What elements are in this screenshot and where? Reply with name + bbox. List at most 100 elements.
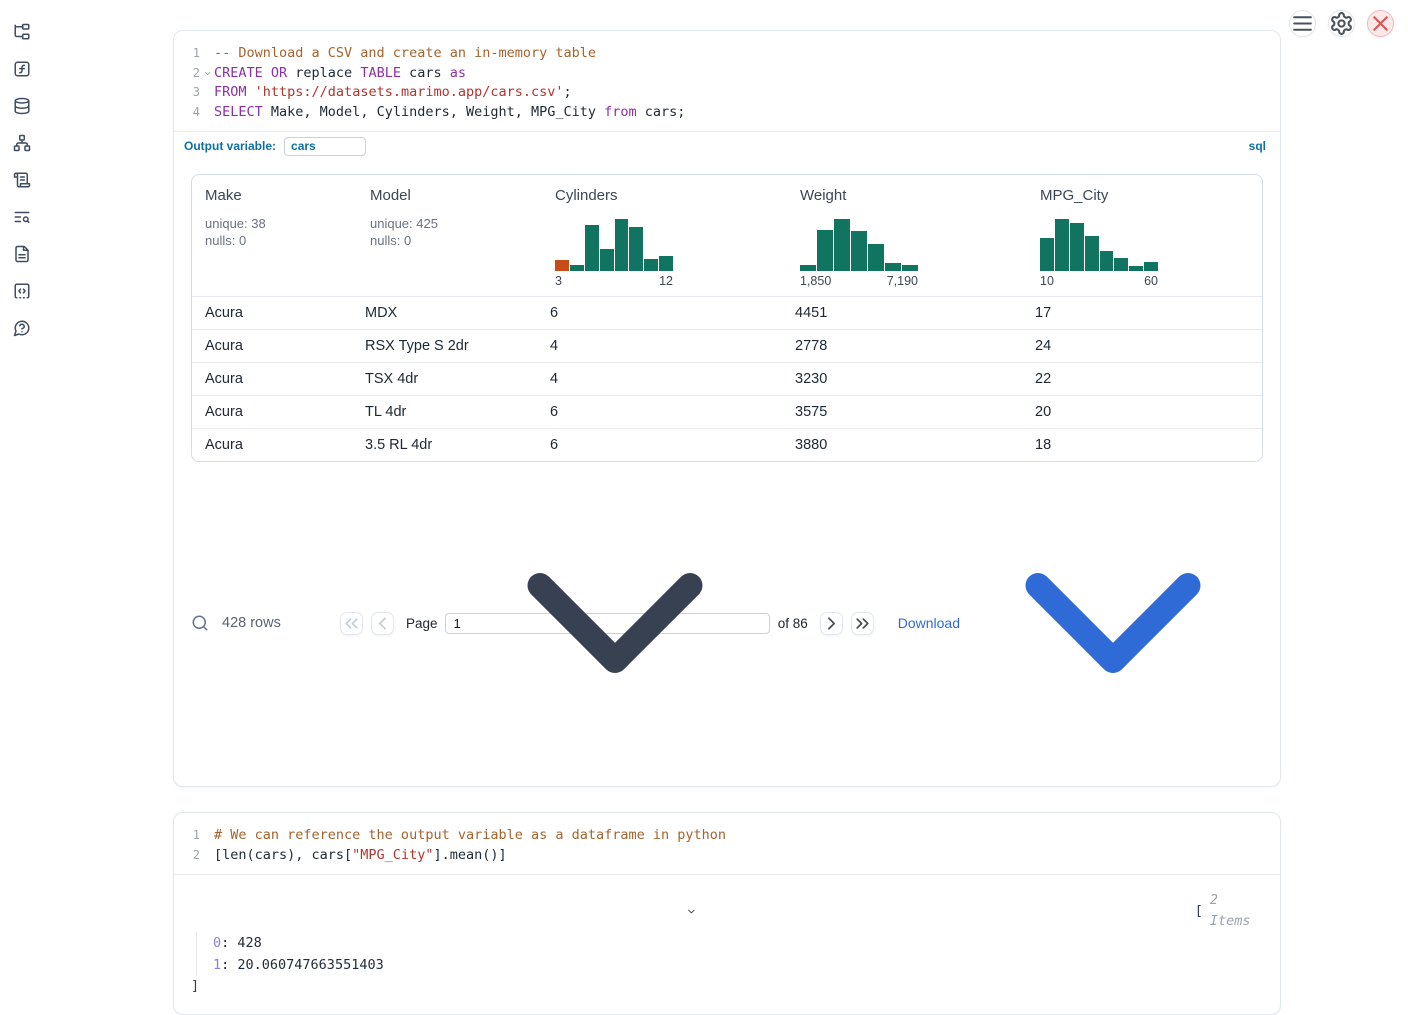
- mpg_city-histogram[interactable]: 1060: [1040, 219, 1158, 288]
- output-variable-input[interactable]: [284, 137, 366, 156]
- language-badge: sql: [1249, 139, 1266, 153]
- column-name[interactable]: Cylinders: [555, 187, 787, 204]
- axis-max-label: 12: [659, 274, 673, 288]
- download-label: Download: [898, 615, 960, 631]
- sidebar-item-variables[interactable]: [13, 60, 31, 78]
- code-text: FROM 'https://datasets.marimo.app/cars.c…: [214, 83, 572, 103]
- output-tree-root: [ 2 Items: [191, 890, 1263, 932]
- histogram-bar: [600, 249, 614, 271]
- table-cell: 6: [542, 305, 787, 321]
- sidebar-item-outline-search[interactable]: [13, 208, 31, 226]
- sidebar-item-logs[interactable]: [13, 171, 31, 189]
- menu-icon: [1290, 11, 1315, 36]
- tree-entry-separator: :: [221, 957, 237, 973]
- weight-histogram[interactable]: 1,8507,190: [800, 219, 918, 288]
- next-page-button[interactable]: [820, 612, 843, 635]
- table-cell: 6: [542, 437, 787, 453]
- result-table: Makeunique: 38nulls: 0Modelunique: 425nu…: [191, 174, 1263, 462]
- histogram-bar: [659, 256, 673, 271]
- shutdown-button[interactable]: [1367, 10, 1394, 37]
- histogram-bar: [1114, 258, 1128, 271]
- open-bracket: [: [1195, 901, 1203, 922]
- topbar-actions: [1289, 10, 1394, 37]
- column-name[interactable]: Model: [370, 187, 542, 204]
- line-number: 2: [174, 64, 200, 84]
- histogram-bar: [1100, 251, 1114, 271]
- histogram-axis-labels: 312: [555, 274, 673, 288]
- code-line: 2 CREATE OR replace TABLE cars as: [174, 64, 1280, 84]
- axis-max-label: 7,190: [887, 274, 918, 288]
- code-token: # We can reference the output variable a…: [214, 827, 726, 843]
- file-tree-icon: [13, 23, 31, 41]
- sidebar-item-dependency-graph[interactable]: [13, 134, 31, 152]
- table-cell: 22: [1027, 371, 1262, 387]
- sidebar-item-data-sources[interactable]: [13, 97, 31, 115]
- column-name[interactable]: MPG_City: [1040, 187, 1262, 204]
- tree-entry-value: 428: [237, 935, 261, 951]
- cylinders-histogram[interactable]: 312: [555, 219, 673, 288]
- histogram-bar: [629, 227, 643, 271]
- sql-code-editor[interactable]: 1-- Download a CSV and create an in-memo…: [174, 31, 1280, 131]
- table-cell: Acura: [192, 437, 357, 453]
- scroll-icon: [13, 171, 31, 189]
- collapse-chevron-icon[interactable]: [191, 906, 1192, 917]
- help-bubble-icon: [13, 319, 31, 337]
- histogram-bars: [555, 219, 673, 271]
- code-token: SELECT: [214, 104, 263, 120]
- page-select[interactable]: 1: [445, 613, 769, 634]
- table-cell: TSX 4dr: [357, 371, 542, 387]
- sidebar-item-snippets[interactable]: [13, 282, 31, 300]
- table-row: AcuraRSX Type S 2dr4277824: [192, 329, 1262, 362]
- table-cell: 4: [542, 338, 787, 354]
- output-variable-label: Output variable:: [184, 139, 276, 153]
- column-name[interactable]: Make: [205, 187, 357, 204]
- histogram-bar: [868, 244, 884, 271]
- settings-button[interactable]: [1328, 10, 1355, 37]
- code-token: ;: [564, 84, 572, 100]
- pagination: Page 1 of 86 Download: [340, 473, 1263, 773]
- table-cell: 24: [1027, 338, 1262, 354]
- stat-line: nulls: 0: [205, 232, 357, 249]
- table-cell: 3880: [787, 437, 1027, 453]
- python-code-editor[interactable]: 1# We can reference the output variable …: [174, 813, 1280, 874]
- close-icon: [1368, 11, 1393, 36]
- code-text: [len(cars), cars["MPG_City"].mean()]: [214, 846, 507, 866]
- code-line: 4SELECT Make, Model, Cylinders, Weight, …: [174, 103, 1280, 123]
- histogram-bar: [834, 219, 850, 271]
- last-page-button[interactable]: [851, 612, 874, 635]
- output-tree-entries: 0: 4281: 20.060747663551403: [196, 932, 1263, 976]
- network-icon: [13, 134, 31, 152]
- download-button[interactable]: Download: [898, 473, 1263, 773]
- page-label: Page: [406, 616, 438, 631]
- histogram-bar: [585, 225, 599, 271]
- histogram-bar: [800, 265, 816, 271]
- menu-button[interactable]: [1289, 10, 1316, 37]
- column-name[interactable]: Weight: [800, 187, 1027, 204]
- table-cell: 2778: [787, 338, 1027, 354]
- sidebar-item-help[interactable]: [13, 319, 31, 337]
- line-number: 3: [174, 83, 200, 103]
- line-number: 2: [174, 846, 200, 866]
- histogram-bar: [615, 219, 629, 271]
- code-text: CREATE OR replace TABLE cars as: [214, 64, 466, 84]
- fold-chevron-icon[interactable]: [203, 69, 212, 78]
- table-cell: Acura: [192, 404, 357, 420]
- chevron-right-icon: [821, 613, 842, 634]
- chevrons-right-icon: [852, 613, 873, 634]
- previous-page-button[interactable]: [371, 612, 394, 635]
- sidebar-item-file-explorer[interactable]: [13, 23, 31, 41]
- sidebar-item-documentation[interactable]: [13, 245, 31, 263]
- histogram-bar: [902, 265, 918, 271]
- histogram-bar: [555, 260, 569, 271]
- code-token: cars;: [637, 104, 686, 120]
- page-select-value: 1: [453, 616, 460, 631]
- table-row: AcuraMDX6445117: [192, 296, 1262, 329]
- table-cell: 3230: [787, 371, 1027, 387]
- table-row: AcuraTL 4dr6357520: [192, 395, 1262, 428]
- search-button[interactable]: [191, 614, 209, 632]
- first-page-button[interactable]: [340, 612, 363, 635]
- histogram-bar: [885, 263, 901, 271]
- column-header-Make: Makeunique: 38nulls: 0: [192, 175, 357, 296]
- code-text: -- Download a CSV and create an in-memor…: [214, 44, 596, 64]
- sidebar: [0, 0, 44, 729]
